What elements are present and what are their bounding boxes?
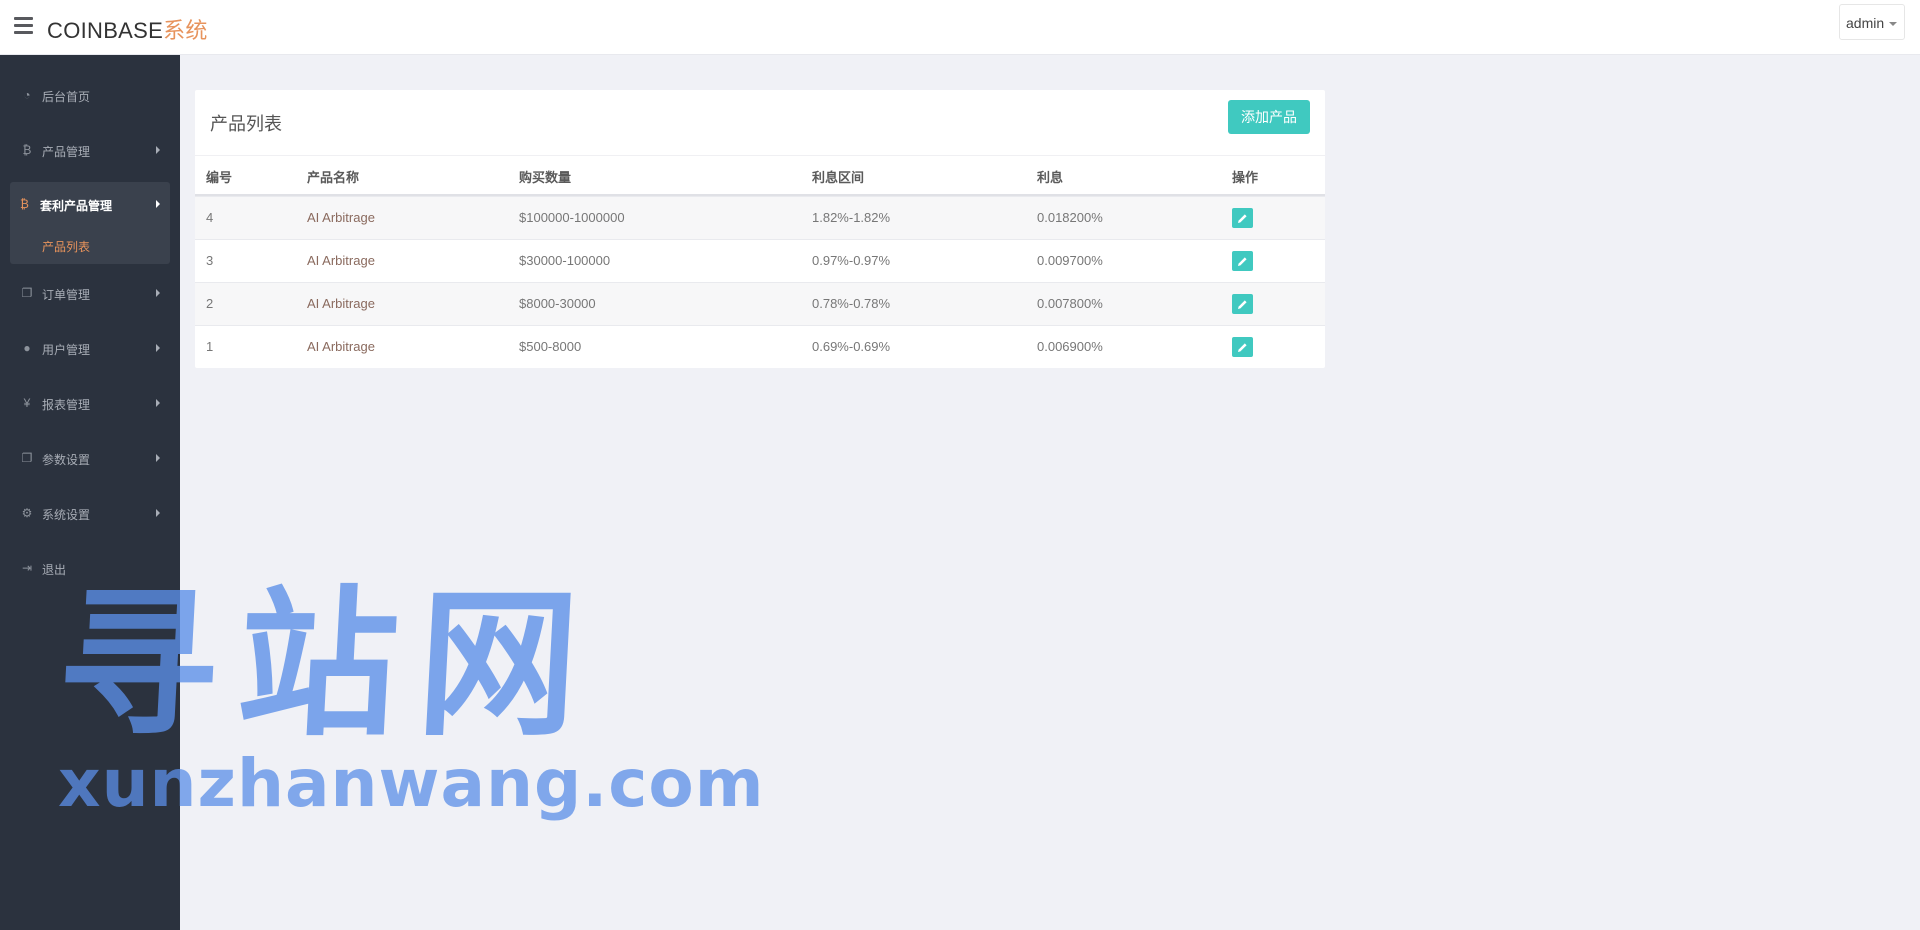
sidebar-item-logout[interactable]: ⇥ 退出 <box>0 548 180 588</box>
column-header: 购买数量 <box>519 170 572 185</box>
pencil-icon <box>1238 214 1247 223</box>
sidebar-item-parameters[interactable]: ❐ 参数设置 <box>0 438 180 478</box>
chevron-right-icon <box>156 200 160 208</box>
user-icon: ● <box>23 341 31 355</box>
table-header: 编号 产品名称 购买数量 利息区间 利息 操作 <box>195 155 1325 196</box>
table-row: 1 AI Arbitrage $500-8000 0.69%-0.69% 0.0… <box>195 325 1325 368</box>
sidebar-item-label: 退出 <box>42 563 67 577</box>
cell-rate: 0.009700% <box>1037 253 1103 268</box>
sidebar-subitem-product-list[interactable]: 产品列表 <box>42 238 90 255</box>
copy-icon: ❐ <box>21 451 33 465</box>
sidebar-item-label: 用户管理 <box>42 343 91 357</box>
chevron-right-icon <box>156 344 160 352</box>
sidebar-item-products[interactable]: ₿ 产品管理 <box>0 130 180 170</box>
sidebar-item-arbitrage-products[interactable]: ₿ 套利产品管理 产品列表 <box>10 182 170 264</box>
product-list-panel: 产品列表 添加产品 编号 产品名称 购买数量 利息区间 利息 操作 4 AI A… <box>195 90 1325 368</box>
pencil-icon <box>1238 257 1247 266</box>
edit-button[interactable] <box>1232 337 1253 357</box>
cell-rate: 0.018200% <box>1037 210 1103 225</box>
column-header: 利息区间 <box>812 170 865 185</box>
cell-name: AI Arbitrage <box>307 253 375 268</box>
sidebar-item-label: 参数设置 <box>42 453 91 467</box>
sidebar-item-reports[interactable]: ¥ 报表管理 <box>0 383 180 423</box>
sidebar-item-label: 订单管理 <box>42 288 91 302</box>
table-row: 4 AI Arbitrage $100000-1000000 1.82%-1.8… <box>195 196 1325 239</box>
brand-logo[interactable]: COINBASE系统 <box>47 13 208 45</box>
add-product-button[interactable]: 添加产品 <box>1228 100 1310 134</box>
sign-out-icon: ⇥ <box>21 561 33 575</box>
menu-toggle-icon[interactable] <box>14 17 33 34</box>
sidebar-item-label: 后台首页 <box>42 90 91 104</box>
yen-icon: ¥ <box>23 396 31 410</box>
cell-name: AI Arbitrage <box>307 296 375 311</box>
cell-id: 2 <box>206 296 214 311</box>
sidebar-item-label: 产品管理 <box>42 145 91 159</box>
cell-quantity: $8000-30000 <box>519 296 596 311</box>
cell-name: AI Arbitrage <box>307 339 375 354</box>
user-dropdown[interactable]: admin <box>1839 4 1905 40</box>
sidebar-item-label: 套利产品管理 <box>40 199 113 213</box>
cell-range: 0.69%-0.69% <box>812 339 891 354</box>
cell-range: 0.78%-0.78% <box>812 296 891 311</box>
product-table: 编号 产品名称 购买数量 利息区间 利息 操作 4 AI Arbitrage $… <box>195 155 1325 368</box>
sidebar-item-orders[interactable]: ❐ 订单管理 <box>0 273 180 313</box>
sidebar-item-label: 系统设置 <box>42 508 91 522</box>
edit-button[interactable] <box>1232 251 1253 271</box>
cell-quantity: $30000-100000 <box>519 253 611 268</box>
bitcoin-icon: ₿ <box>20 197 29 211</box>
edit-button[interactable] <box>1232 208 1253 228</box>
chevron-right-icon <box>156 146 160 154</box>
cell-name: AI Arbitrage <box>307 210 375 225</box>
user-name: admin <box>1846 15 1885 31</box>
cell-rate: 0.006900% <box>1037 339 1103 354</box>
column-header: 编号 <box>206 170 233 185</box>
cell-quantity: $100000-1000000 <box>519 210 625 225</box>
column-header: 利息 <box>1037 170 1064 185</box>
cell-range: 1.82%-1.82% <box>812 210 891 225</box>
table-row: 2 AI Arbitrage $8000-30000 0.78%-0.78% 0… <box>195 282 1325 325</box>
column-header: 产品名称 <box>307 170 360 185</box>
sidebar: ◔ 后台首页 ₿ 产品管理 ₿ 套利产品管理 产品列表 ❐ 订单管理 ● 用户管… <box>0 55 180 930</box>
cell-id: 4 <box>206 210 214 225</box>
cell-rate: 0.007800% <box>1037 296 1103 311</box>
chevron-right-icon <box>156 454 160 462</box>
chevron-right-icon <box>156 399 160 407</box>
bitcoin-icon: ₿ <box>22 143 32 157</box>
brand-name: COINBASE <box>47 18 164 43</box>
cell-range: 0.97%-0.97% <box>812 253 891 268</box>
top-bar: COINBASE系统 admin <box>0 0 1920 55</box>
sidebar-item-dashboard[interactable]: ◔ 后台首页 <box>0 75 180 115</box>
pencil-icon <box>1238 343 1247 352</box>
dashboard-icon: ◔ <box>23 88 31 102</box>
pencil-icon <box>1238 300 1247 309</box>
sidebar-item-users[interactable]: ● 用户管理 <box>0 328 180 368</box>
column-header: 操作 <box>1232 170 1259 185</box>
sidebar-item-system-settings[interactable]: ⚙ 系统设置 <box>0 493 180 533</box>
chevron-right-icon <box>156 509 160 517</box>
brand-suffix: 系统 <box>163 18 208 43</box>
edit-button[interactable] <box>1232 294 1253 314</box>
cell-quantity: $500-8000 <box>519 339 582 354</box>
caret-down-icon <box>1889 22 1897 26</box>
sidebar-item-label: 报表管理 <box>42 398 91 412</box>
copy-icon: ❐ <box>21 286 33 300</box>
chevron-right-icon <box>156 289 160 297</box>
cell-id: 1 <box>206 339 214 354</box>
page-title: 产品列表 <box>210 114 282 134</box>
gears-icon: ⚙ <box>21 506 33 520</box>
cell-id: 3 <box>206 253 214 268</box>
table-row: 3 AI Arbitrage $30000-100000 0.97%-0.97%… <box>195 239 1325 282</box>
